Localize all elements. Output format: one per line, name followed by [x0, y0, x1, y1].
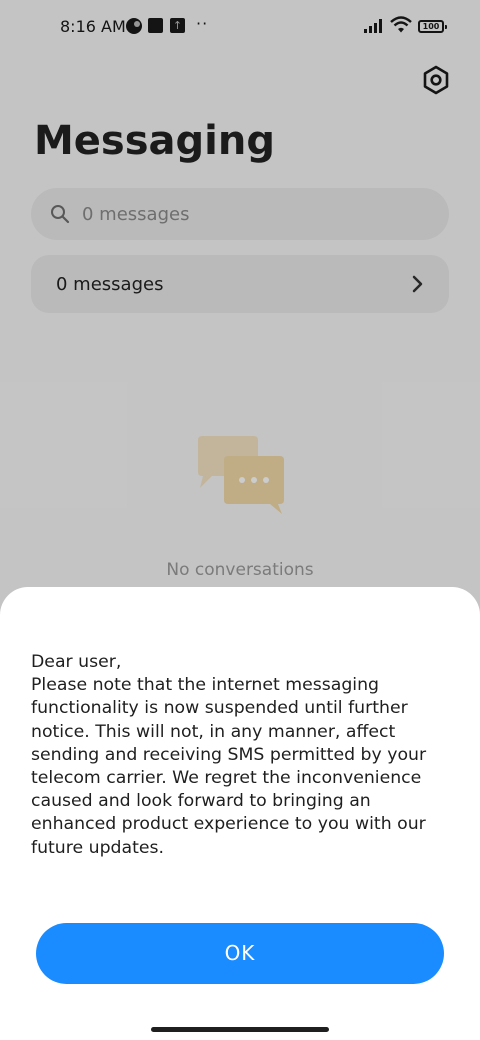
notice-dialog: Dear user, Please note that the internet…: [0, 587, 480, 1040]
dialog-message: Dear user, Please note that the internet…: [31, 652, 427, 858]
messaging-screen: 8:16 AM ↑ ·· 100 Messaging 0 messages 0 …: [0, 0, 480, 1040]
ok-button[interactable]: OK: [36, 923, 444, 984]
home-indicator[interactable]: [151, 1027, 329, 1032]
